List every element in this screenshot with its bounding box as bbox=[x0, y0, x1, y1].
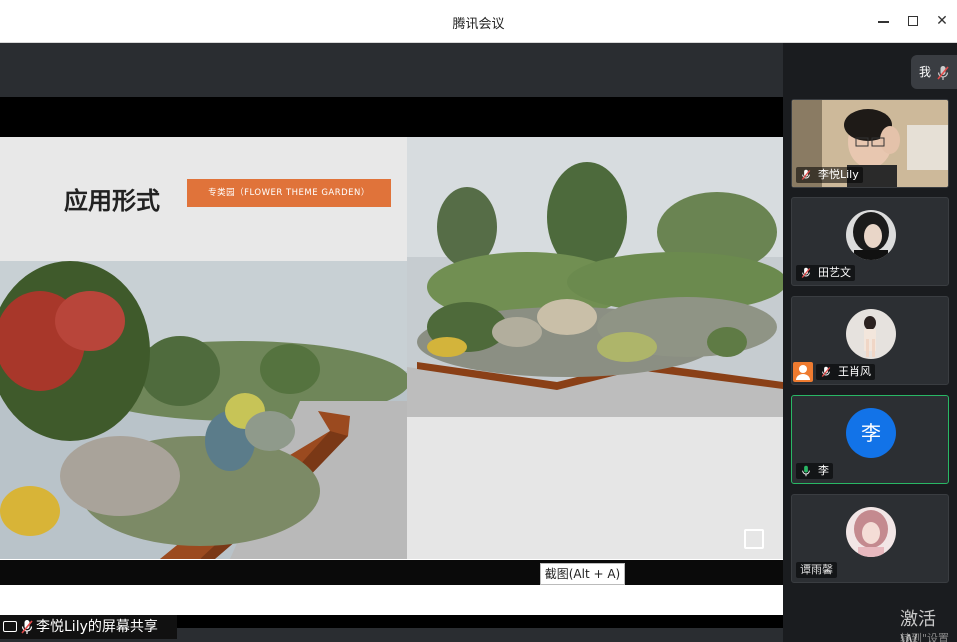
presentation-slide: 应用形式 专类园（FLOWER THEME GARDEN） bbox=[0, 137, 783, 615]
participant-tile[interactable]: 王肖风 bbox=[791, 296, 949, 385]
slide-bottom-bar bbox=[0, 560, 783, 585]
garden-photo-left bbox=[0, 261, 407, 559]
close-button[interactable]: ✕ bbox=[931, 10, 953, 32]
slide-header-panel: 应用形式 专类园（FLOWER THEME GARDEN） bbox=[0, 137, 407, 261]
minimize-icon bbox=[878, 21, 889, 23]
slide-heading: 应用形式 bbox=[64, 186, 160, 215]
participant-name: 李 bbox=[818, 464, 829, 477]
participant-name-bar: 李悦Lily bbox=[796, 167, 863, 183]
mic-muted-icon bbox=[21, 620, 33, 634]
participant-name: 李悦Lily bbox=[818, 168, 859, 181]
participant-tile[interactable]: 田艺文 bbox=[791, 197, 949, 286]
share-banner-label: 李悦Lily的屏幕共享 bbox=[36, 619, 158, 635]
participant-tile[interactable]: 李悦Lily bbox=[791, 99, 949, 188]
participant-name-bar: 王肖风 bbox=[816, 364, 875, 380]
activation-watermark-sub: 转到"设置 bbox=[900, 632, 950, 642]
participant-name-bar: 谭雨馨 bbox=[796, 562, 837, 578]
mic-on-icon bbox=[802, 465, 810, 477]
participant-name: 王肖风 bbox=[838, 365, 871, 378]
avatar bbox=[846, 210, 896, 260]
slide-checkbox[interactable] bbox=[744, 529, 764, 549]
participant-name: 田艺文 bbox=[818, 266, 851, 279]
participant-tile[interactable]: 谭雨馨 bbox=[791, 494, 949, 583]
participant-name: 谭雨馨 bbox=[800, 563, 833, 576]
title-bar: 腾讯会议 ✕ bbox=[0, 0, 957, 43]
mic-muted-icon bbox=[821, 366, 831, 377]
close-icon: ✕ bbox=[936, 13, 948, 29]
participant-panel: 我 李悦Lily 田艺文 王肖风 李 李 谭雨馨 bbox=[783, 43, 957, 642]
host-icon bbox=[793, 362, 813, 382]
screen-share-icon bbox=[3, 621, 17, 632]
participant-name-bar: 李 bbox=[796, 463, 833, 479]
me-button[interactable]: 我 bbox=[911, 55, 957, 89]
slide-blank-panel bbox=[407, 417, 783, 559]
me-label: 我 bbox=[919, 65, 932, 79]
screen-share-banner: 李悦Lily的屏幕共享 bbox=[0, 615, 177, 639]
mic-muted-icon bbox=[801, 169, 811, 180]
avatar bbox=[846, 309, 896, 359]
maximize-icon bbox=[908, 16, 918, 26]
slide-tag: 专类园（FLOWER THEME GARDEN） bbox=[187, 179, 391, 207]
maximize-button[interactable] bbox=[902, 10, 924, 32]
screenshot-tooltip: 截图(Alt + A) bbox=[540, 563, 625, 585]
window-title: 腾讯会议 bbox=[452, 17, 505, 32]
avatar bbox=[846, 507, 896, 557]
mic-muted-icon bbox=[937, 66, 949, 80]
minimize-button[interactable] bbox=[873, 10, 895, 32]
participant-name-bar: 田艺文 bbox=[796, 265, 855, 281]
participant-tile-active[interactable]: 李 李 bbox=[791, 395, 949, 484]
meeting-window: 腾讯会议 ✕ 应用形式 专类园（FLOWER THEME GARDEN） 截图(… bbox=[0, 0, 957, 642]
garden-photo-right bbox=[407, 137, 783, 417]
avatar: 李 bbox=[846, 408, 896, 458]
mic-muted-icon bbox=[801, 267, 811, 278]
